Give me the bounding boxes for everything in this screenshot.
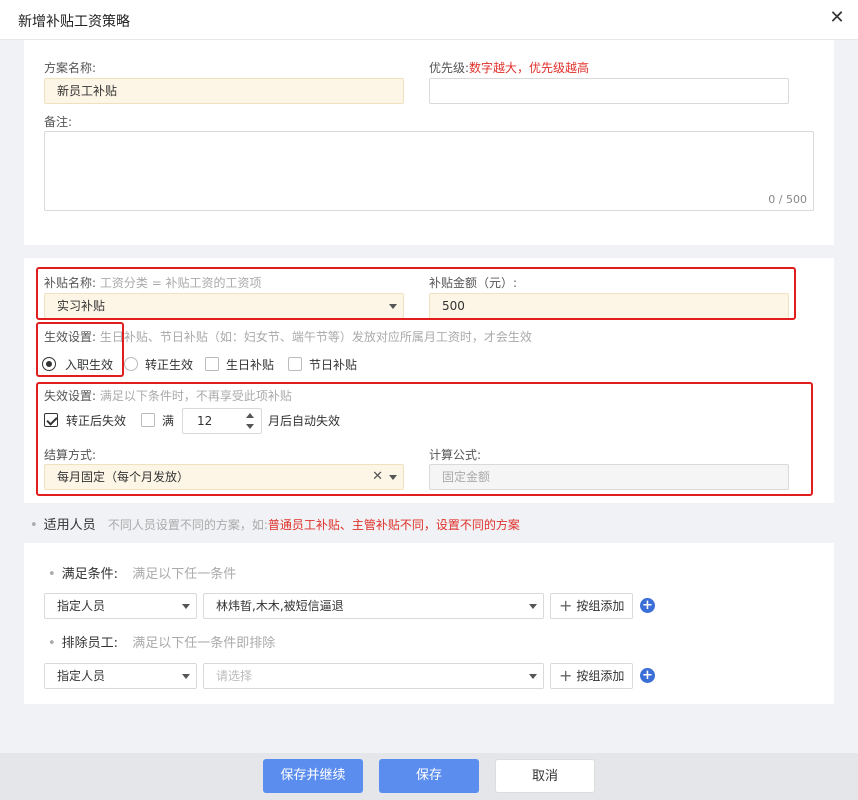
subsidy-name-label-text: 补贴名称: — [44, 276, 97, 290]
expire-hint: 满足以下条件时，不再享受此项补贴 — [99, 389, 292, 403]
chevron-down-icon — [529, 604, 537, 609]
subsidy-name-hint: 工资分类 = 补贴工资的工资项 — [99, 276, 262, 290]
settle-method-select[interactable]: 每月固定（每个月发放） ✕ — [44, 464, 404, 490]
subsidy-amount-label: 补贴金额（元）: — [429, 276, 518, 290]
effective-label-text: 生效设置: — [44, 330, 97, 344]
group-add-button-meet[interactable]: + 按组添加 — [550, 593, 634, 619]
expire-months-suffix: 月后自动失效 — [268, 414, 341, 428]
exclude-type-value: 指定人员 — [57, 669, 106, 683]
dialog-body: 方案名称: 新员工补贴 优先级:数字越大，优先级越高 备注: 0 / 500 补… — [0, 40, 858, 753]
radio-onboard-effective[interactable] — [42, 357, 56, 371]
plan-name-label: 方案名称: — [44, 61, 97, 75]
dialog-footer: 保存并继续 保存 取消 — [0, 753, 858, 800]
group-add-button-exclude[interactable]: + 按组添加 — [550, 663, 634, 689]
effective-setting-label: 生效设置: 生日补贴、节日补贴（如：妇女节、端午节等）发放对应所属月工资时，才会… — [44, 328, 532, 345]
chevron-down-icon — [389, 304, 397, 309]
group-add-label: 按组添加 — [576, 599, 625, 613]
subsidy-name-value: 实习补贴 — [57, 299, 106, 313]
exclude-type-select[interactable]: 指定人员 — [44, 663, 197, 689]
bullet-dot: • — [30, 518, 38, 533]
option-onboard-effective[interactable]: 入职生效 — [65, 356, 113, 373]
exclude-heading: • 排除员工: 满足以下任一条件即排除 — [48, 632, 275, 651]
checkbox-birthday-subsidy[interactable] — [205, 357, 219, 371]
plus-icon: + — [559, 596, 573, 615]
bullet-dot: • — [48, 636, 56, 651]
priority-hint: 数字越大，优先级越高 — [469, 61, 590, 75]
meet-people-select[interactable]: 林炜晢,木木,被短信逼退 — [203, 593, 544, 619]
chevron-down-icon — [182, 604, 190, 609]
chevron-down-icon — [182, 674, 190, 679]
applicable-section-heading: • 适用人员 不同人员设置不同的方案，如:普通员工补贴、主管补贴不同，设置不同的方… — [30, 514, 520, 533]
option-regular-effective[interactable]: 转正生效 — [145, 356, 193, 373]
remark-textarea[interactable]: 0 / 500 — [44, 131, 814, 211]
formula-label: 计算公式: — [429, 448, 482, 462]
exclude-people-placeholder: 请选择 — [216, 669, 253, 683]
expire-setting-label: 失效设置: 满足以下条件时，不再享受此项补贴 — [44, 387, 292, 404]
add-circle-icon[interactable]: + — [640, 598, 655, 613]
cancel-button[interactable]: 取消 — [495, 759, 595, 793]
checkbox-expire-full[interactable] — [141, 413, 155, 427]
priority-label: 优先级:数字越大，优先级越高 — [429, 59, 589, 76]
group-add-label: 按组添加 — [576, 669, 625, 683]
months-stepper[interactable]: 12 — [182, 408, 262, 434]
months-value: 12 — [197, 414, 213, 428]
dialog-title: 新增补贴工资策略 — [18, 14, 130, 30]
option-holiday-subsidy[interactable]: 节日补贴 — [309, 356, 357, 373]
meet-type-select[interactable]: 指定人员 — [44, 593, 197, 619]
exclude-label: 排除员工: — [61, 636, 119, 651]
meet-condition-heading: • 满足条件: 满足以下任一条件 — [48, 563, 236, 582]
formula-input: 固定金额 — [429, 464, 789, 490]
exclude-people-select[interactable]: 请选择 — [203, 663, 544, 689]
meet-people-value: 林炜晢,木木,被短信逼退 — [216, 599, 344, 613]
plan-name-input[interactable]: 新员工补贴 — [44, 78, 404, 104]
subsidy-name-label: 补贴名称: 工资分类 = 补贴工资的工资项 — [44, 274, 262, 291]
caret-up-icon[interactable] — [246, 413, 254, 418]
priority-input[interactable] — [429, 78, 789, 104]
applicable-card: • 满足条件: 满足以下任一条件 指定人员 林炜晢,木木,被短信逼退 + 按组添加 … — [24, 543, 834, 704]
save-button[interactable]: 保存 — [379, 759, 479, 793]
meet-type-value: 指定人员 — [57, 599, 106, 613]
clear-icon[interactable]: ✕ — [372, 465, 383, 489]
chevron-down-icon — [389, 475, 397, 480]
remark-counter: 0 / 500 — [768, 193, 807, 206]
remark-label: 备注: — [44, 115, 73, 129]
subsidy-amount-input[interactable]: 500 — [429, 293, 789, 319]
radio-regular-effective[interactable] — [124, 357, 138, 371]
option-expire-after-regular[interactable]: 转正后失效 — [66, 412, 126, 429]
priority-label-text: 优先级: — [429, 61, 470, 75]
chevron-down-icon — [529, 674, 537, 679]
meet-label: 满足条件: — [61, 567, 119, 582]
dialog-header: 新增补贴工资策略 ✕ — [0, 0, 858, 40]
expire-label-text: 失效设置: — [44, 389, 97, 403]
settle-method-label: 结算方式: — [44, 448, 97, 462]
basic-info-card: 方案名称: 新员工补贴 优先级:数字越大，优先级越高 备注: 0 / 500 — [24, 40, 834, 245]
applicable-title: 适用人员 — [43, 518, 96, 533]
close-icon[interactable]: ✕ — [826, 7, 848, 29]
add-circle-icon[interactable]: + — [640, 668, 655, 683]
meet-hint: 满足以下任一条件 — [132, 567, 237, 582]
applicable-hint: 不同人员设置不同的方案，如: — [107, 518, 268, 532]
effective-hint: 生日补贴、节日补贴（如：妇女节、端午节等）发放对应所属月工资时，才会生效 — [99, 330, 532, 344]
checkbox-expire-after-regular[interactable] — [44, 413, 58, 427]
option-birthday-subsidy[interactable]: 生日补贴 — [226, 356, 274, 373]
settle-method-value: 每月固定（每个月发放） — [57, 470, 190, 484]
exclude-hint: 满足以下任一条件即排除 — [132, 636, 276, 651]
caret-down-icon[interactable] — [246, 424, 254, 429]
applicable-hint-red: 普通员工补贴、主管补贴不同，设置不同的方案 — [267, 518, 520, 532]
checkbox-holiday-subsidy[interactable] — [288, 357, 302, 371]
bullet-dot: • — [48, 567, 56, 582]
subsidy-name-select[interactable]: 实习补贴 — [44, 293, 404, 319]
option-expire-full[interactable]: 满 — [162, 412, 174, 429]
subsidy-card: 补贴名称: 工资分类 = 补贴工资的工资项 实习补贴 补贴金额（元）: 500 … — [24, 258, 834, 503]
plus-icon: + — [559, 666, 573, 685]
save-and-continue-button[interactable]: 保存并继续 — [263, 759, 363, 793]
